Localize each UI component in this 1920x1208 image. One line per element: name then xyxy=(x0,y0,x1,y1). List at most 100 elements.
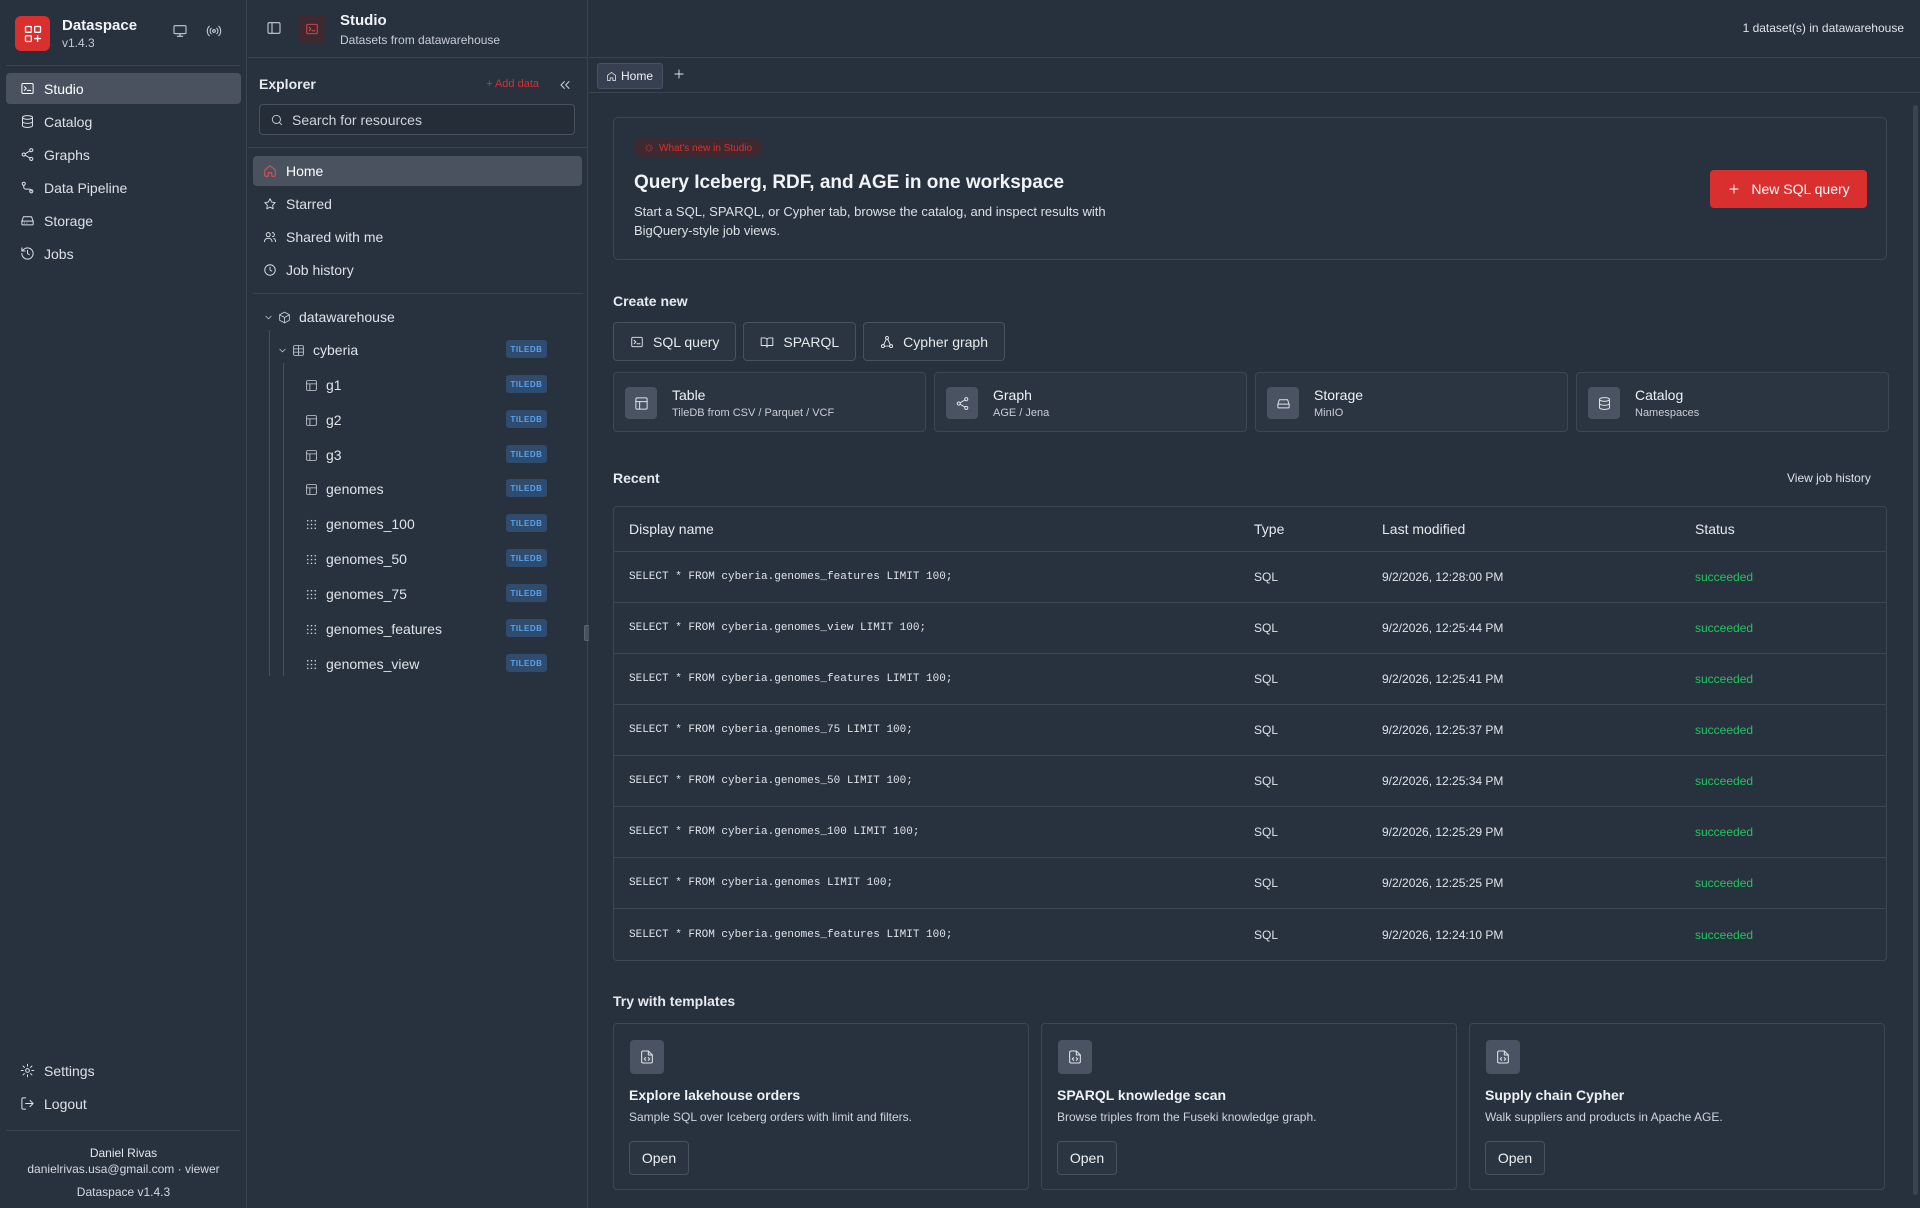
clock-icon xyxy=(263,263,286,277)
cell-last-modified: 9/2/2026, 12:25:44 PM xyxy=(1382,621,1504,635)
cell-display-name: SELECT * FROM cyberia.genomes_50 LIMIT 1… xyxy=(629,775,913,787)
nav-item-graphs[interactable]: Graphs xyxy=(6,139,241,170)
create-new-title: Create new xyxy=(613,293,688,309)
new-tab-plus-icon[interactable] xyxy=(672,67,686,81)
logout-icon xyxy=(20,1096,44,1111)
toggle-sidebar-icon[interactable] xyxy=(266,20,282,36)
footer-version: Dataspace v1.4.3 xyxy=(76,1185,171,1199)
nav-item-catalog[interactable]: Catalog xyxy=(6,106,241,137)
cell-display-name: SELECT * FROM cyberia.genomes LIMIT 100; xyxy=(629,877,894,889)
cell-status: succeeded xyxy=(1695,876,1754,890)
cell-last-modified: 9/2/2026, 12:25:41 PM xyxy=(1382,672,1504,686)
explorer-divider xyxy=(253,293,583,294)
view-job-history-link[interactable]: View job history xyxy=(1787,471,1871,485)
tree-table-g3[interactable]: g3 xyxy=(305,444,342,466)
scrollbar[interactable] xyxy=(1913,105,1918,1195)
tab-home[interactable]: Home xyxy=(597,63,664,89)
table-row[interactable]: SELECT * FROM cyberia.genomes_features L… xyxy=(614,909,1886,960)
workflow-icon xyxy=(20,180,44,195)
nav-item-logout[interactable]: Logout xyxy=(6,1088,241,1119)
create-cards: Table TileDB from CSV / Parquet / VCF Gr… xyxy=(613,372,1889,432)
nav-item-data-pipeline[interactable]: Data Pipeline xyxy=(6,172,241,203)
tree-namespace-cyberia[interactable]: cyberia xyxy=(277,339,358,361)
create-storage-card[interactable]: Storage MinIO xyxy=(1255,372,1568,432)
tree-label: datawarehouse xyxy=(299,309,395,325)
nav-item-jobs[interactable]: Jobs xyxy=(6,238,241,269)
table-row[interactable]: SELECT * FROM cyberia.genomes_features L… xyxy=(614,552,1886,603)
create-table-card[interactable]: Table TileDB from CSV / Parquet / VCF xyxy=(613,372,926,432)
brand[interactable]: Dataspace v1.4.3 xyxy=(15,16,137,51)
hard-drive-icon xyxy=(20,213,44,228)
table-row[interactable]: SELECT * FROM cyberia.genomes_features L… xyxy=(614,654,1886,705)
table-row[interactable]: SELECT * FROM cyberia.genomes_100 LIMIT … xyxy=(614,807,1886,858)
open-template-button[interactable]: Open xyxy=(1485,1141,1545,1175)
whats-new-pill: What's new in Studio xyxy=(634,138,763,158)
terminal-icon xyxy=(630,335,653,349)
table-row[interactable]: SELECT * FROM cyberia.genomes_75 LIMIT 1… xyxy=(614,705,1886,756)
tree-array-genomes-75[interactable]: genomes_75 xyxy=(305,583,407,605)
nav-item-label: Settings xyxy=(44,1062,95,1079)
quick-links: Home Starred Shared with me Job history xyxy=(253,156,582,288)
tree-table-genomes[interactable]: genomes xyxy=(305,478,384,500)
column-header-status[interactable]: Status xyxy=(1695,521,1855,537)
explorer-panel: Studio Datasets from datawarehouse Explo… xyxy=(248,0,588,1208)
cell-display-name: SELECT * FROM cyberia.genomes_features L… xyxy=(629,928,953,941)
column-header-display-name[interactable]: Display name xyxy=(629,521,1269,537)
tree-array-genomes-50[interactable]: genomes_50 xyxy=(305,548,407,570)
create-graph-card[interactable]: Graph AGE / Jena xyxy=(934,372,1247,432)
nav-item-storage[interactable]: Storage xyxy=(6,205,241,236)
nav-item-studio[interactable]: Studio xyxy=(6,73,241,104)
tree-table-g2[interactable]: g2 xyxy=(305,409,342,431)
create-catalog-card[interactable]: Catalog Namespaces xyxy=(1576,372,1889,432)
live-status-icon[interactable] xyxy=(206,23,222,39)
new-sql-query-button[interactable]: New SQL query xyxy=(1710,170,1867,208)
quick-item-shared[interactable]: Shared with me xyxy=(253,222,582,252)
quick-item-home[interactable]: Home xyxy=(253,156,582,186)
search-input[interactable] xyxy=(292,111,562,128)
cell-display-name: SELECT * FROM cyberia.genomes_100 LIMIT … xyxy=(629,826,920,838)
studio-terminal-icon xyxy=(298,15,326,43)
grid-dots-icon xyxy=(305,518,326,531)
history-icon xyxy=(20,246,44,261)
template-title: Supply chain Cypher xyxy=(1485,1087,1625,1103)
monitor-icon[interactable] xyxy=(172,23,188,39)
tree-root-datawarehouse[interactable]: datawarehouse xyxy=(263,306,395,328)
cell-last-modified: 9/2/2026, 12:25:29 PM xyxy=(1382,825,1504,839)
tree-label: genomes_features xyxy=(326,621,442,637)
column-header-type[interactable]: Type xyxy=(1254,521,1382,537)
tree-table-g1[interactable]: g1 xyxy=(305,374,342,396)
gear-icon xyxy=(20,1063,44,1078)
search-box[interactable] xyxy=(259,104,575,135)
tree-label: genomes_100 xyxy=(326,516,415,532)
tiledb-badge: TILEDB xyxy=(506,549,547,567)
add-data-link[interactable]: + Add data xyxy=(486,78,539,90)
template-description: Sample SQL over Iceberg orders with limi… xyxy=(629,1110,913,1124)
cell-type: SQL xyxy=(1254,723,1279,737)
quick-item-job-history[interactable]: Job history xyxy=(253,255,582,285)
nav-item-settings[interactable]: Settings xyxy=(6,1055,241,1086)
cell-last-modified: 9/2/2026, 12:28:00 PM xyxy=(1382,570,1504,584)
column-header-last-modified[interactable]: Last modified xyxy=(1382,521,1695,537)
quick-item-starred[interactable]: Starred xyxy=(253,189,582,219)
cell-type: SQL xyxy=(1254,570,1279,584)
collapse-explorer-icon[interactable] xyxy=(557,77,573,93)
app-version: v1.4.3 xyxy=(62,35,95,50)
tree-array-genomes-100[interactable]: genomes_100 xyxy=(305,513,415,535)
table-row[interactable]: SELECT * FROM cyberia.genomes LIMIT 100;… xyxy=(614,858,1886,909)
chevron-down-icon xyxy=(277,345,292,356)
table-row[interactable]: SELECT * FROM cyberia.genomes_50 LIMIT 1… xyxy=(614,756,1886,807)
create-sparql-button[interactable]: SPARQL xyxy=(743,322,857,361)
grid-dots-icon xyxy=(305,588,326,601)
open-template-button[interactable]: Open xyxy=(629,1141,689,1175)
tree-array-genomes-view[interactable]: genomes_view xyxy=(305,653,419,675)
template-title: SPARQL knowledge scan xyxy=(1057,1087,1227,1103)
create-chips: SQL query SPARQL Cypher graph xyxy=(613,322,1005,361)
pill-label: What's new in Studio xyxy=(659,142,753,154)
explorer-divider xyxy=(248,147,588,148)
tree-array-genomes-features[interactable]: genomes_features xyxy=(305,618,442,640)
table-row[interactable]: SELECT * FROM cyberia.genomes_view LIMIT… xyxy=(614,603,1886,654)
grid-dots-icon xyxy=(305,623,326,636)
create-sql-query-button[interactable]: SQL query xyxy=(613,322,737,361)
create-cypher-graph-button[interactable]: Cypher graph xyxy=(863,322,1005,361)
open-template-button[interactable]: Open xyxy=(1057,1141,1117,1175)
